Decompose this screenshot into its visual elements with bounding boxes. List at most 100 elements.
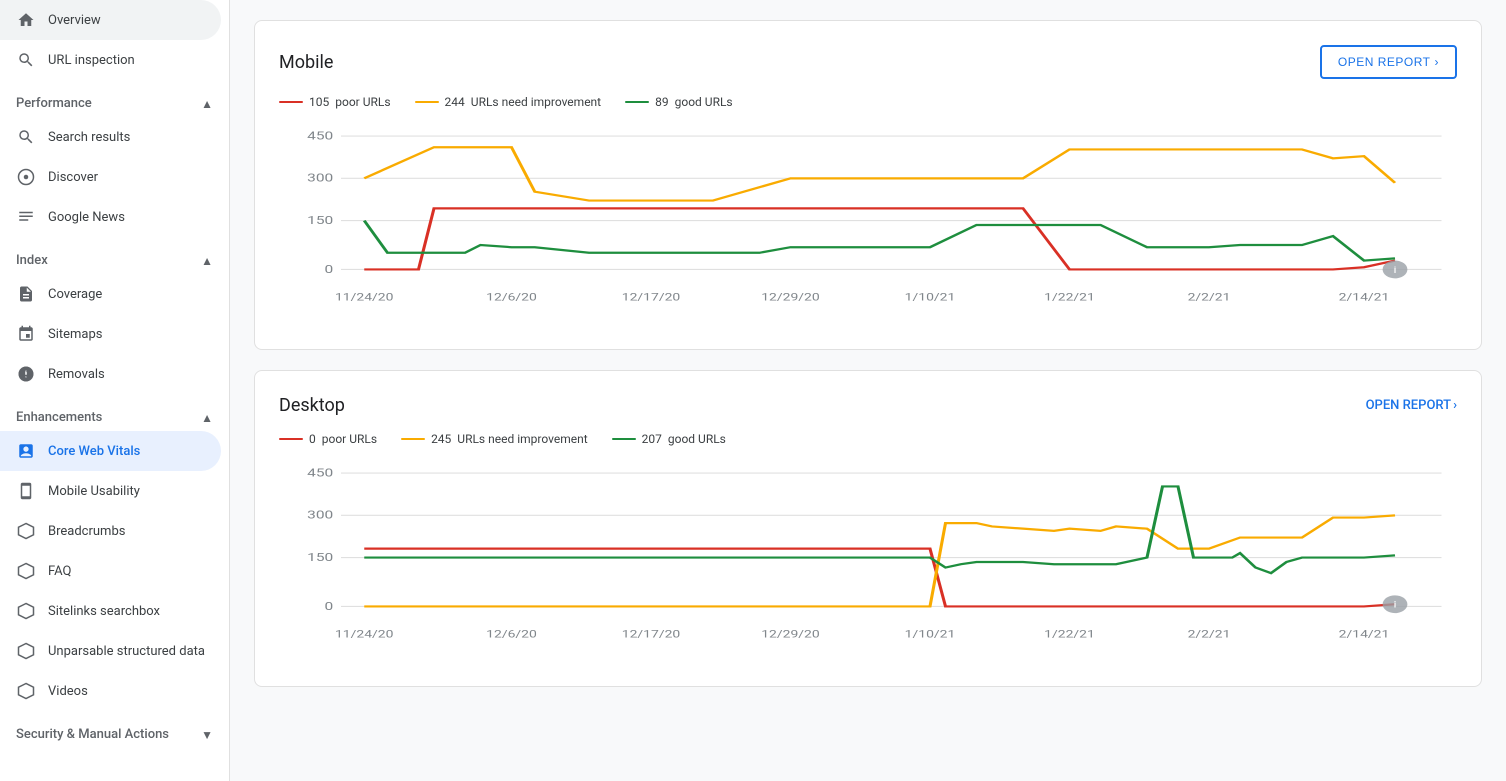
svg-text:12/6/20: 12/6/20 (486, 628, 537, 640)
sidebar-item-removals[interactable]: Removals (0, 354, 221, 394)
svg-text:2/2/21: 2/2/21 (1188, 291, 1231, 303)
sidebar-item-sitelinks-searchbox[interactable]: Sitelinks searchbox (0, 591, 221, 631)
removals-label: Removals (48, 367, 105, 382)
mobile-open-report-chevron: › (1435, 55, 1440, 69)
videos-label: Videos (48, 684, 88, 699)
breadcrumbs-icon (16, 521, 36, 541)
sidebar-item-overview[interactable]: Overview (0, 0, 221, 40)
desktop-poor-label: poor URLs (322, 432, 377, 446)
desktop-poor-count: 0 (309, 432, 316, 446)
svg-text:0: 0 (325, 263, 334, 276)
removals-icon (16, 364, 36, 384)
desktop-good-line (612, 438, 636, 440)
desktop-poor-line (279, 438, 303, 440)
sidebar-item-sitemaps[interactable]: Sitemaps (0, 314, 221, 354)
svg-text:450: 450 (307, 130, 333, 143)
videos-icon (16, 681, 36, 701)
sidebar-item-url-inspection[interactable]: URL inspection (0, 40, 221, 80)
mobile-open-report-label: OPEN REPORT (1338, 55, 1431, 69)
mobile-card-header: Mobile OPEN REPORT › (279, 45, 1457, 79)
sidebar-item-faq[interactable]: FAQ (0, 551, 221, 591)
desktop-chart-svg: 450 300 150 0 11/24/20 12/6/20 12/17/20 … (279, 462, 1457, 662)
svg-text:1/22/21: 1/22/21 (1044, 291, 1095, 303)
sitemaps-icon (16, 324, 36, 344)
google-news-icon (16, 207, 36, 227)
svg-text:2/14/21: 2/14/21 (1339, 291, 1390, 303)
mobile-poor-label: poor URLs (335, 95, 390, 109)
desktop-improvement-line (401, 438, 425, 440)
mobile-usability-icon (16, 481, 36, 501)
mobile-legend: 105 poor URLs 244 URLs need improvement … (279, 95, 1457, 109)
sidebar-section-enhancements[interactable]: Enhancements ▲ (0, 398, 229, 431)
coverage-icon (16, 284, 36, 304)
svg-text:i: i (1393, 265, 1396, 276)
sidebar-item-discover[interactable]: Discover (0, 157, 221, 197)
sidebar-item-google-news[interactable]: Google News (0, 197, 221, 237)
desktop-good-label: good URLs (668, 432, 726, 446)
sidebar-section-security[interactable]: Security & Manual Actions ▼ (0, 715, 229, 748)
breadcrumbs-label: Breadcrumbs (48, 524, 125, 539)
faq-label: FAQ (48, 564, 71, 579)
desktop-card: Desktop OPEN REPORT › 0 poor URLs 245 UR… (254, 370, 1482, 687)
sitelinks-searchbox-label: Sitelinks searchbox (48, 604, 160, 619)
desktop-legend: 0 poor URLs 245 URLs need improvement 20… (279, 432, 1457, 446)
desktop-open-report-button[interactable]: OPEN REPORT › (1366, 398, 1457, 413)
mobile-chart-svg: 450 300 150 0 11/24/20 12/6/20 12/17/20 … (279, 125, 1457, 325)
sidebar-section-performance[interactable]: Performance ▲ (0, 84, 229, 117)
mobile-good-line (625, 101, 649, 103)
mobile-improvement-count: 244 (445, 95, 465, 109)
desktop-card-title: Desktop (279, 395, 345, 416)
performance-chevron: ▲ (201, 97, 213, 111)
mobile-usability-label: Mobile Usability (48, 484, 140, 499)
desktop-improvement-count: 245 (431, 432, 451, 446)
index-section-label: Index (16, 253, 48, 268)
main-content: Mobile OPEN REPORT › 105 poor URLs 244 U… (230, 0, 1506, 781)
sidebar-item-core-web-vitals[interactable]: Core Web Vitals (0, 431, 221, 471)
mobile-open-report-button[interactable]: OPEN REPORT › (1320, 45, 1457, 79)
mobile-chart: 450 300 150 0 11/24/20 12/6/20 12/17/20 … (279, 125, 1457, 325)
svg-text:12/29/20: 12/29/20 (761, 291, 820, 303)
security-section-label: Security & Manual Actions (16, 727, 169, 742)
sidebar-item-coverage[interactable]: Coverage (0, 274, 221, 314)
svg-text:11/24/20: 11/24/20 (335, 628, 394, 640)
mobile-card-title: Mobile (279, 52, 333, 73)
sidebar-item-mobile-usability[interactable]: Mobile Usability (0, 471, 221, 511)
unparsable-icon (16, 641, 36, 661)
svg-text:12/29/20: 12/29/20 (761, 628, 820, 640)
sidebar-item-search-results[interactable]: Search results (0, 117, 221, 157)
security-chevron: ▼ (201, 728, 213, 742)
unparsable-label: Unparsable structured data (48, 644, 205, 659)
enhancements-section-label: Enhancements (16, 410, 102, 425)
index-chevron: ▲ (201, 254, 213, 268)
svg-text:150: 150 (307, 551, 333, 564)
mobile-legend-improvement: 244 URLs need improvement (415, 95, 602, 109)
svg-text:12/17/20: 12/17/20 (622, 291, 681, 303)
sidebar-item-unparsable[interactable]: Unparsable structured data (0, 631, 221, 671)
mobile-good-count: 89 (655, 95, 669, 109)
svg-text:300: 300 (307, 172, 333, 185)
mobile-good-label: good URLs (675, 95, 733, 109)
mobile-card: Mobile OPEN REPORT › 105 poor URLs 244 U… (254, 20, 1482, 350)
svg-text:12/6/20: 12/6/20 (486, 291, 537, 303)
mobile-poor-line (279, 101, 303, 103)
discover-label: Discover (48, 170, 98, 185)
mobile-legend-good: 89 good URLs (625, 95, 733, 109)
sitelinks-searchbox-icon (16, 601, 36, 621)
enhancements-chevron: ▲ (201, 411, 213, 425)
core-web-vitals-icon (16, 441, 36, 461)
core-web-vitals-label: Core Web Vitals (48, 444, 140, 459)
svg-text:11/24/20: 11/24/20 (335, 291, 394, 303)
mobile-improvement-label: URLs need improvement (471, 95, 601, 109)
desktop-legend-good: 207 good URLs (612, 432, 726, 446)
desktop-open-report-label: OPEN REPORT (1366, 398, 1452, 413)
sidebar-item-breadcrumbs[interactable]: Breadcrumbs (0, 511, 221, 551)
svg-text:12/17/20: 12/17/20 (622, 628, 681, 640)
svg-text:1/10/21: 1/10/21 (905, 291, 956, 303)
desktop-legend-poor: 0 poor URLs (279, 432, 377, 446)
google-news-label: Google News (48, 210, 125, 225)
svg-text:1/22/21: 1/22/21 (1044, 628, 1095, 640)
sidebar-item-videos[interactable]: Videos (0, 671, 221, 711)
sidebar-section-index[interactable]: Index ▲ (0, 241, 229, 274)
search-results-label: Search results (48, 130, 130, 145)
svg-text:2/2/21: 2/2/21 (1188, 628, 1231, 640)
